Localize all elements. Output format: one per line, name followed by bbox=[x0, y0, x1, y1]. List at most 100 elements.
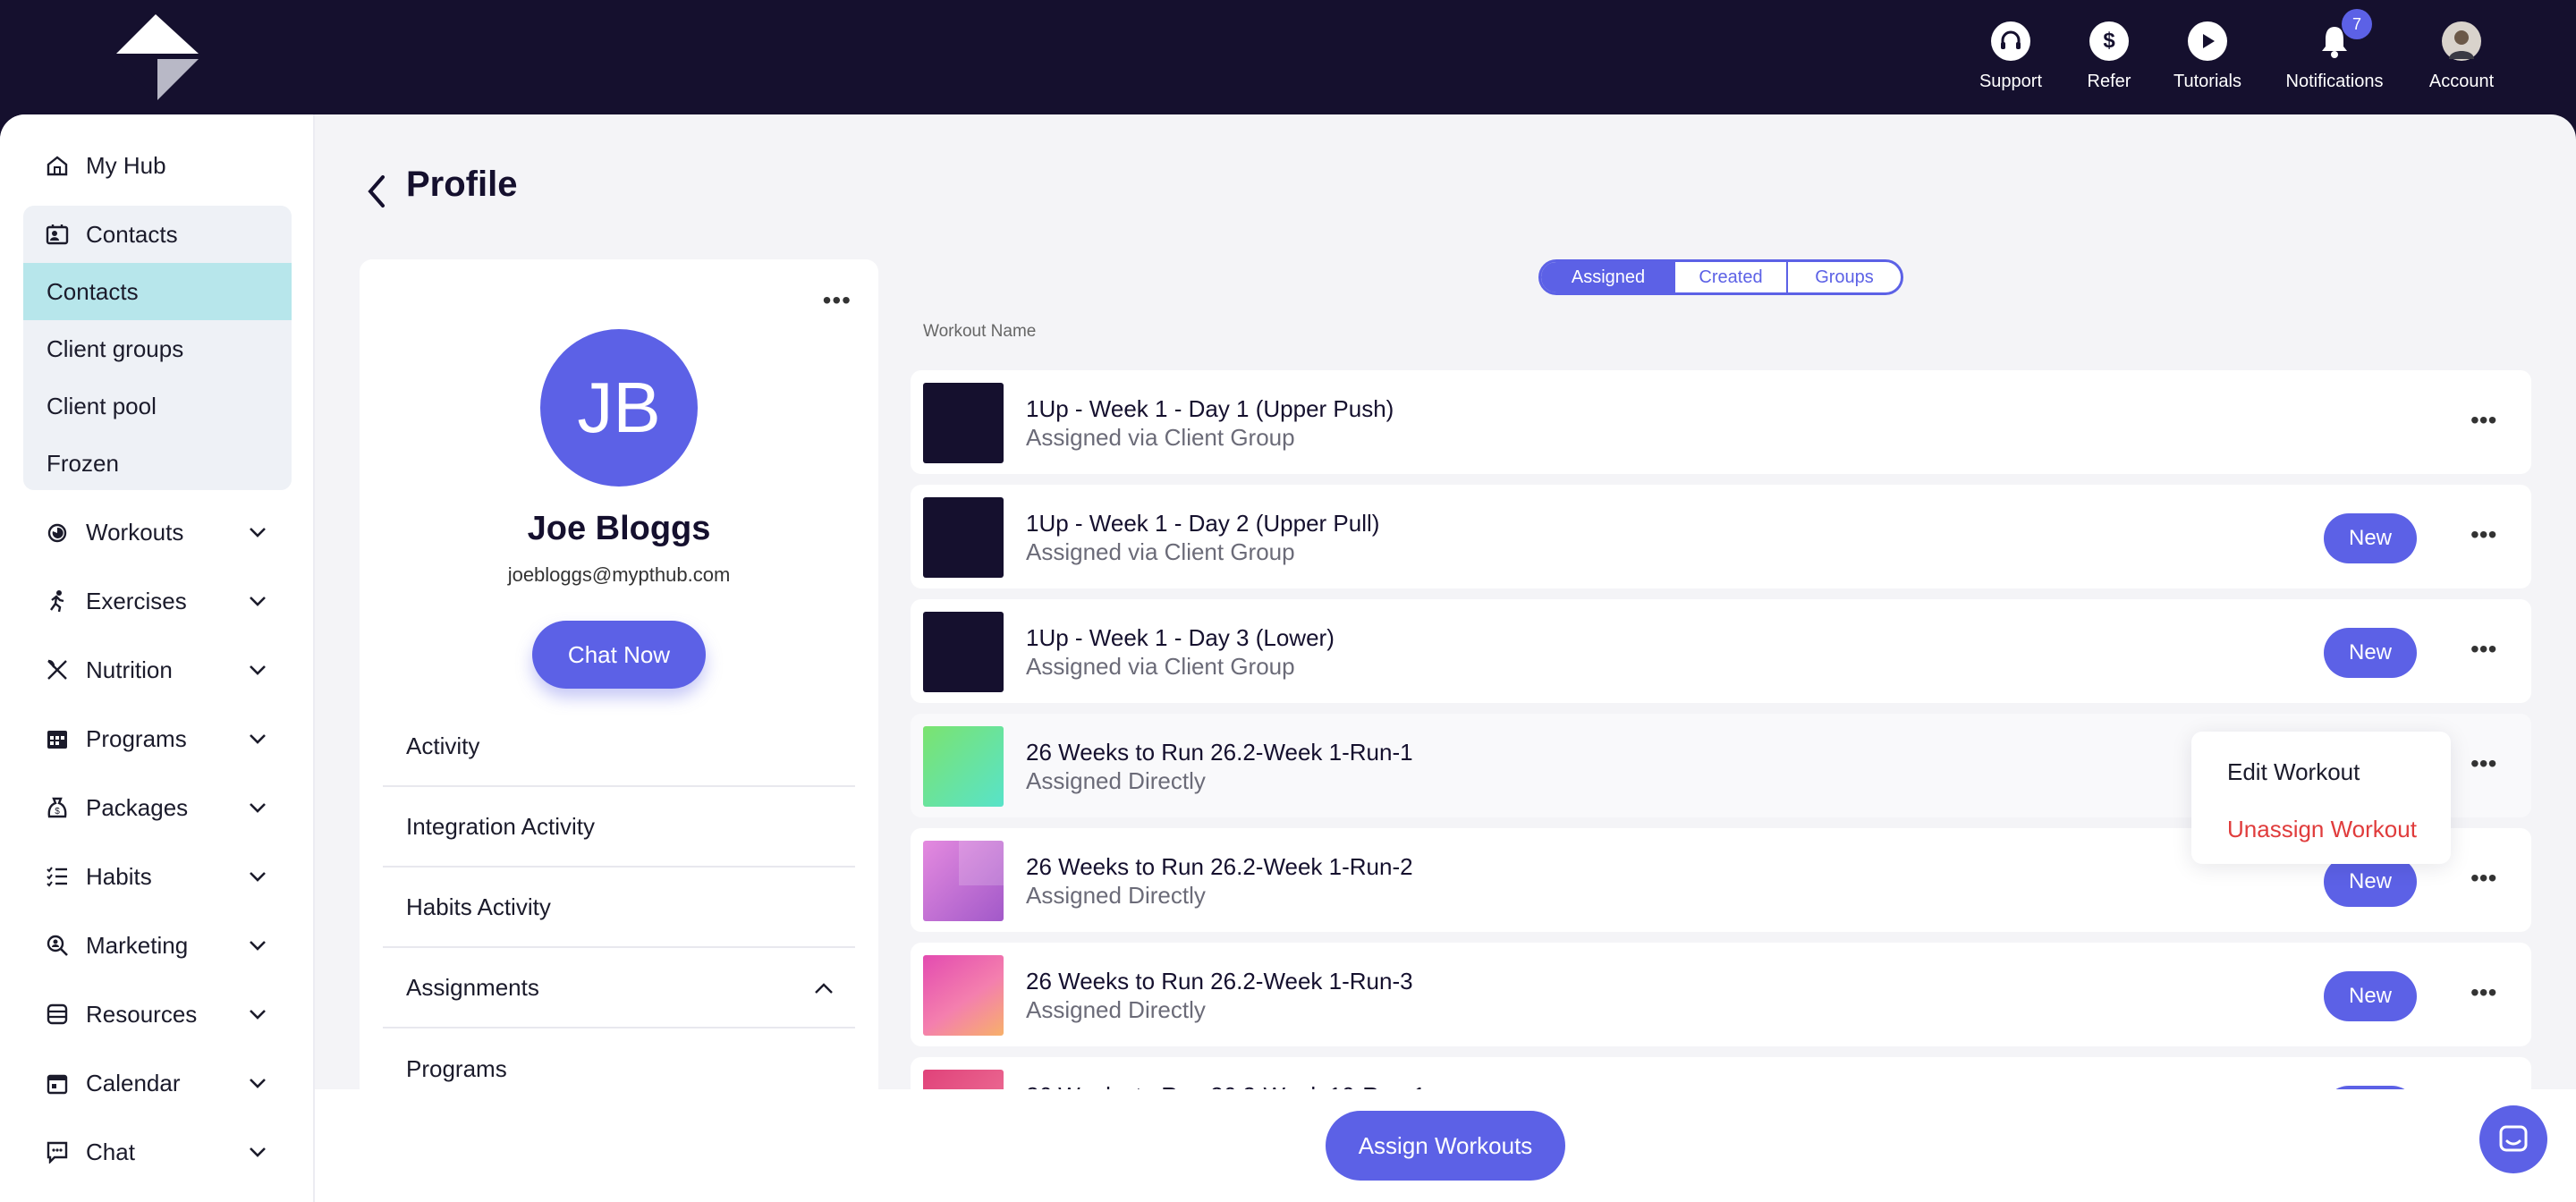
nav-support[interactable]: Support bbox=[1957, 21, 2064, 92]
table-row[interactable]: 1Up - Week 1 - Day 1 (Upper Push) Assign… bbox=[911, 370, 2531, 474]
sidebar-item-resources[interactable]: Resources bbox=[45, 992, 268, 1037]
back-arrow-icon[interactable] bbox=[361, 168, 390, 215]
logo[interactable] bbox=[114, 14, 200, 100]
more-options-icon[interactable]: ••• bbox=[2470, 864, 2501, 892]
edit-workout-option[interactable]: Edit Workout bbox=[2227, 758, 2360, 786]
nav-tutorials[interactable]: Tutorials bbox=[2154, 21, 2261, 92]
chevron-down-icon bbox=[250, 665, 266, 675]
profile-card: ••• JB Joe Bloggs joebloggs@mypthub.com … bbox=[360, 259, 878, 1202]
menu-assignments-label: Assignments bbox=[406, 973, 539, 1001]
chevron-down-icon bbox=[250, 1147, 266, 1157]
sidebar-subitem-frozen[interactable]: Frozen bbox=[23, 435, 292, 492]
sidebar-item-label: Nutrition bbox=[86, 656, 173, 683]
sidebar-item-packages[interactable]: $ Packages bbox=[45, 785, 268, 830]
sidebar-item-chat[interactable]: Chat bbox=[45, 1130, 268, 1174]
notification-badge: 7 bbox=[2342, 9, 2372, 39]
chevron-down-icon bbox=[250, 734, 266, 744]
calendar-grid-icon bbox=[45, 726, 70, 751]
new-badge[interactable]: New bbox=[2324, 857, 2417, 907]
new-badge[interactable]: New bbox=[2324, 513, 2417, 563]
sidebar-item-label: Exercises bbox=[86, 587, 187, 614]
svg-text:$: $ bbox=[55, 807, 60, 817]
sidebar-item-workouts[interactable]: Workouts bbox=[45, 510, 268, 554]
chat-bubble-icon bbox=[2499, 1125, 2528, 1152]
tab-groups[interactable]: Groups bbox=[1788, 262, 1901, 292]
chevron-down-icon bbox=[250, 1010, 266, 1020]
sidebar-subitem-client-groups[interactable]: Client groups bbox=[23, 320, 292, 377]
more-options-icon[interactable]: ••• bbox=[823, 286, 852, 315]
sidebar-subitem-client-pool[interactable]: Client pool bbox=[23, 377, 292, 435]
sidebar-item-label: Packages bbox=[86, 793, 189, 821]
contact-card-icon bbox=[45, 222, 70, 247]
table-row[interactable]: 1Up - Week 1 - Day 3 (Lower) Assigned vi… bbox=[911, 599, 2531, 703]
avatar-icon bbox=[2442, 21, 2481, 61]
new-badge[interactable]: New bbox=[2324, 628, 2417, 678]
workout-thumbnail bbox=[923, 726, 1004, 807]
nav-notifications-label: Notifications bbox=[2285, 72, 2384, 91]
nav-notifications[interactable]: 7 Notifications bbox=[2281, 9, 2388, 92]
more-options-icon[interactable]: ••• bbox=[2470, 635, 2501, 663]
nav-tutorials-label: Tutorials bbox=[2174, 72, 2241, 91]
menu-integration-activity[interactable]: Integration Activity bbox=[383, 787, 855, 868]
sidebar-item-label: Chat bbox=[86, 1138, 135, 1165]
row-context-menu: Edit Workout Unassign Workout bbox=[2191, 732, 2451, 864]
nav-account[interactable]: Account bbox=[2408, 21, 2515, 92]
sidebar-item-exercises[interactable]: Exercises bbox=[45, 579, 268, 623]
calendar-icon bbox=[45, 1071, 70, 1096]
chat-now-button[interactable]: Chat Now bbox=[532, 621, 706, 689]
sidebar-subitem-contacts[interactable]: Contacts bbox=[23, 263, 292, 320]
workout-assignment: Assigned via Client Group bbox=[1026, 538, 1295, 565]
menu-activity[interactable]: Activity bbox=[383, 707, 855, 787]
unassign-workout-option[interactable]: Unassign Workout bbox=[2227, 816, 2417, 843]
tab-assigned[interactable]: Assigned bbox=[1541, 262, 1675, 292]
workout-assignment: Assigned via Client Group bbox=[1026, 653, 1295, 680]
top-bar: Support $ Refer Tutorials 7 Notification… bbox=[0, 0, 2576, 114]
workout-thumbnail bbox=[923, 497, 1004, 578]
tab-created[interactable]: Created bbox=[1675, 262, 1788, 292]
more-options-icon[interactable]: ••• bbox=[2470, 978, 2501, 1006]
view-tabs: Assigned Created Groups bbox=[1538, 259, 1903, 295]
checklist-icon bbox=[45, 864, 70, 889]
table-row[interactable]: 1Up - Week 1 - Day 2 (Upper Pull) Assign… bbox=[911, 485, 2531, 588]
money-bag-icon: $ bbox=[45, 795, 70, 820]
profile-email: joebloggs@mypthub.com bbox=[507, 563, 731, 586]
more-options-icon[interactable]: ••• bbox=[2470, 521, 2501, 548]
table-row[interactable]: 26 Weeks to Run 26.2-Week 1-Run-3 Assign… bbox=[911, 943, 2531, 1046]
page-title: Profile bbox=[406, 165, 518, 204]
nav-account-label: Account bbox=[2428, 72, 2495, 91]
new-badge[interactable]: New bbox=[2324, 971, 2417, 1021]
sidebar-item-label: Workouts bbox=[86, 518, 184, 546]
dollar-chat-icon: $ bbox=[2089, 21, 2129, 61]
headset-icon bbox=[1991, 21, 2030, 61]
nav-support-label: Support bbox=[1979, 72, 2043, 91]
workout-name: 26 Weeks to Run 26.2-Week 1-Run-2 bbox=[1026, 853, 1413, 880]
menu-assignments[interactable]: Assignments bbox=[383, 948, 855, 1028]
workouts-icon bbox=[45, 520, 70, 545]
chevron-down-icon bbox=[250, 803, 266, 813]
chevron-down-icon bbox=[250, 1079, 266, 1088]
sidebar-item-habits[interactable]: Habits bbox=[45, 854, 268, 899]
more-options-icon[interactable]: ••• bbox=[2470, 749, 2501, 777]
workout-thumbnail bbox=[923, 383, 1004, 463]
sidebar-item-contacts[interactable]: Contacts bbox=[45, 212, 268, 257]
sidebar-item-nutrition[interactable]: Nutrition bbox=[45, 648, 268, 692]
sidebar-item-label: Contacts bbox=[86, 220, 178, 248]
assign-workouts-button[interactable]: Assign Workouts bbox=[1326, 1111, 1565, 1181]
menu-habits-activity[interactable]: Habits Activity bbox=[383, 868, 855, 948]
sidebar: My Hub Contacts Contacts Client groups C… bbox=[0, 114, 315, 1202]
workout-assignment: Assigned Directly bbox=[1026, 767, 1206, 794]
chevron-down-icon bbox=[250, 941, 266, 951]
support-chat-launcher[interactable] bbox=[2479, 1105, 2547, 1173]
sidebar-item-label: Calendar bbox=[86, 1069, 181, 1096]
sidebar-item-marketing[interactable]: Marketing bbox=[45, 923, 268, 968]
nav-refer[interactable]: $ Refer bbox=[2055, 21, 2163, 92]
archive-icon bbox=[45, 1002, 70, 1027]
workout-name: 1Up - Week 1 - Day 1 (Upper Push) bbox=[1026, 395, 1394, 422]
sidebar-item-calendar[interactable]: Calendar bbox=[45, 1061, 268, 1105]
sidebar-item-programs[interactable]: Programs bbox=[45, 716, 268, 761]
sidebar-item-label: My Hub bbox=[86, 151, 166, 179]
more-options-icon[interactable]: ••• bbox=[2470, 406, 2501, 434]
avatar: JB bbox=[540, 329, 698, 487]
sidebar-item-label: Marketing bbox=[86, 931, 189, 959]
sidebar-item-my-hub[interactable]: My Hub bbox=[45, 143, 268, 188]
